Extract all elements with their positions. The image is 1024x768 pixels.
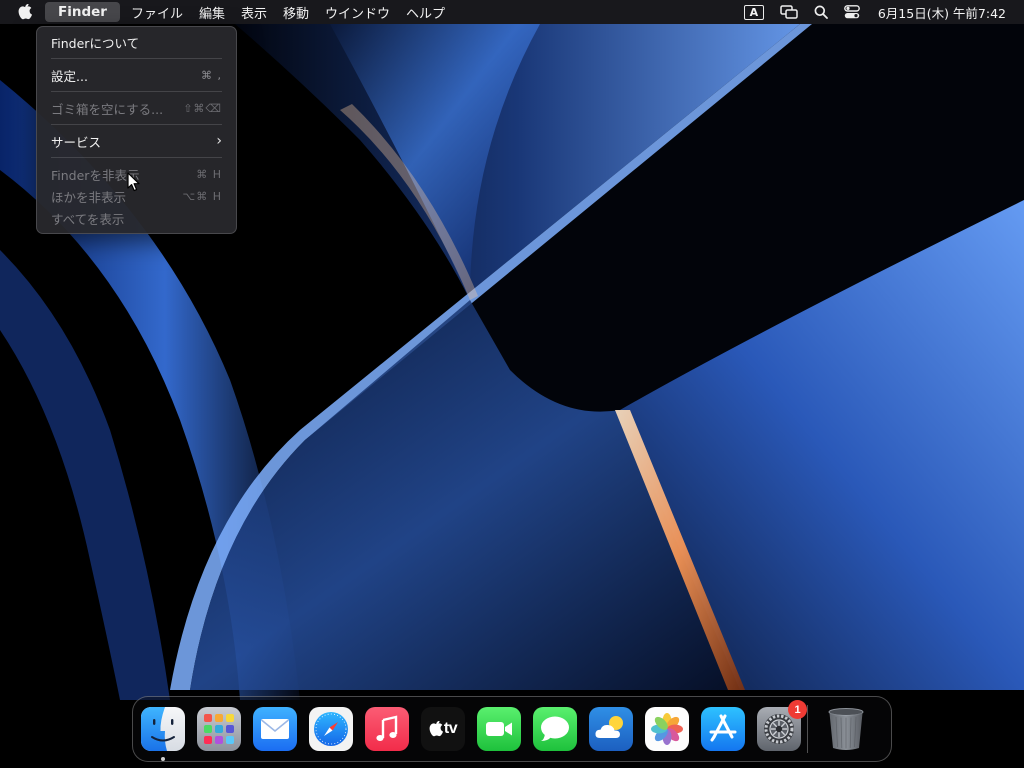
chevron-right-icon: › [216, 133, 222, 149]
weather-icon [589, 707, 633, 751]
mail-icon [253, 707, 297, 751]
keyboard-shortcut: ⇧⌘⌫ [183, 101, 222, 115]
launchpad-icon [197, 707, 241, 751]
mouse-pointer-icon [127, 172, 140, 192]
dock-system-settings[interactable]: 1 [757, 700, 807, 751]
facetime-icon [477, 707, 521, 751]
finder-icon [141, 707, 185, 751]
menu-item-label: Finderについて [51, 35, 140, 51]
menu-window[interactable]: ウインドウ [317, 0, 398, 24]
safari-icon [309, 707, 353, 751]
running-indicator [161, 757, 165, 761]
menu-edit[interactable]: 編集 [191, 0, 233, 24]
keyboard-shortcut: ⌥⌘ H [182, 189, 222, 203]
menu-go[interactable]: 移動 [275, 0, 317, 24]
apple-icon [18, 4, 32, 20]
input-source-badge: A [743, 4, 764, 20]
menu-item-show-all[interactable]: すべてを表示 [43, 207, 230, 229]
dock-launchpad[interactable] [197, 707, 241, 751]
menu-item-about-finder[interactable]: Finderについて [43, 31, 230, 53]
music-icon [365, 707, 409, 751]
menu-item-settings[interactable]: 設定... ⌘ , [43, 64, 230, 86]
menu-bar: Finder ファイル 編集 表示 移動 ウインドウ ヘルプ A 6月15日(木… [0, 0, 1024, 24]
photos-icon [645, 707, 689, 751]
trash-icon [828, 708, 864, 750]
dock-music[interactable] [365, 707, 409, 751]
menu-item-empty-trash[interactable]: ゴミ箱を空にする... ⇧⌘⌫ [43, 97, 230, 119]
menu-file[interactable]: ファイル [123, 0, 191, 24]
messages-icon [533, 707, 577, 751]
tv-icon [429, 721, 443, 737]
menu-view[interactable]: 表示 [233, 0, 275, 24]
spotlight-button[interactable] [806, 0, 836, 24]
dock-safari[interactable] [309, 707, 353, 751]
apple-menu-button[interactable] [0, 0, 42, 24]
dock-facetime[interactable] [477, 707, 521, 751]
keyboard-shortcut: ⌘ H [196, 167, 222, 181]
dock-tv[interactable]: tv [421, 707, 465, 751]
dock-finder[interactable] [141, 707, 185, 761]
search-icon [814, 5, 828, 19]
menu-help[interactable]: ヘルプ [398, 0, 453, 24]
menu-separator [51, 58, 222, 59]
menu-item-label: ゴミ箱を空にする... [51, 101, 164, 117]
dock-divider [807, 705, 808, 753]
dock-messages[interactable] [533, 707, 577, 751]
control-center-button[interactable] [836, 0, 868, 24]
menu-item-label: すべてを表示 [51, 211, 125, 227]
menu-item-label: サービス [51, 134, 102, 150]
app-menu-finder[interactable]: Finder [45, 2, 120, 22]
dock-app-store[interactable] [701, 707, 745, 751]
menu-separator [51, 157, 222, 158]
dock: tv 1 [132, 696, 892, 762]
notification-badge: 1 [788, 700, 807, 719]
control-center-icon [843, 5, 860, 19]
dock-weather[interactable] [589, 707, 633, 751]
finder-app-menu: Finderについて 設定... ⌘ , ゴミ箱を空にする... ⇧⌘⌫ サービ… [36, 26, 237, 234]
menu-separator [51, 124, 222, 125]
menu-item-label: ほかを非表示 [51, 189, 127, 205]
keyboard-shortcut: ⌘ , [201, 68, 222, 82]
screen-mirroring-icon [780, 5, 798, 19]
dock-mail[interactable] [253, 707, 297, 751]
dock-photos[interactable] [645, 707, 689, 751]
dock-trash[interactable] [824, 707, 868, 751]
app-store-icon [701, 707, 745, 751]
menubar-clock[interactable]: 6月15日(木) 午前7:42 [868, 3, 1006, 22]
menu-separator [51, 91, 222, 92]
screen-mirroring-button[interactable] [772, 0, 806, 24]
menu-item-label: 設定... [51, 68, 88, 84]
tv-app-label: tv [443, 720, 458, 737]
menu-item-services[interactable]: サービス › [43, 130, 230, 152]
input-source-button[interactable]: A [736, 0, 772, 24]
